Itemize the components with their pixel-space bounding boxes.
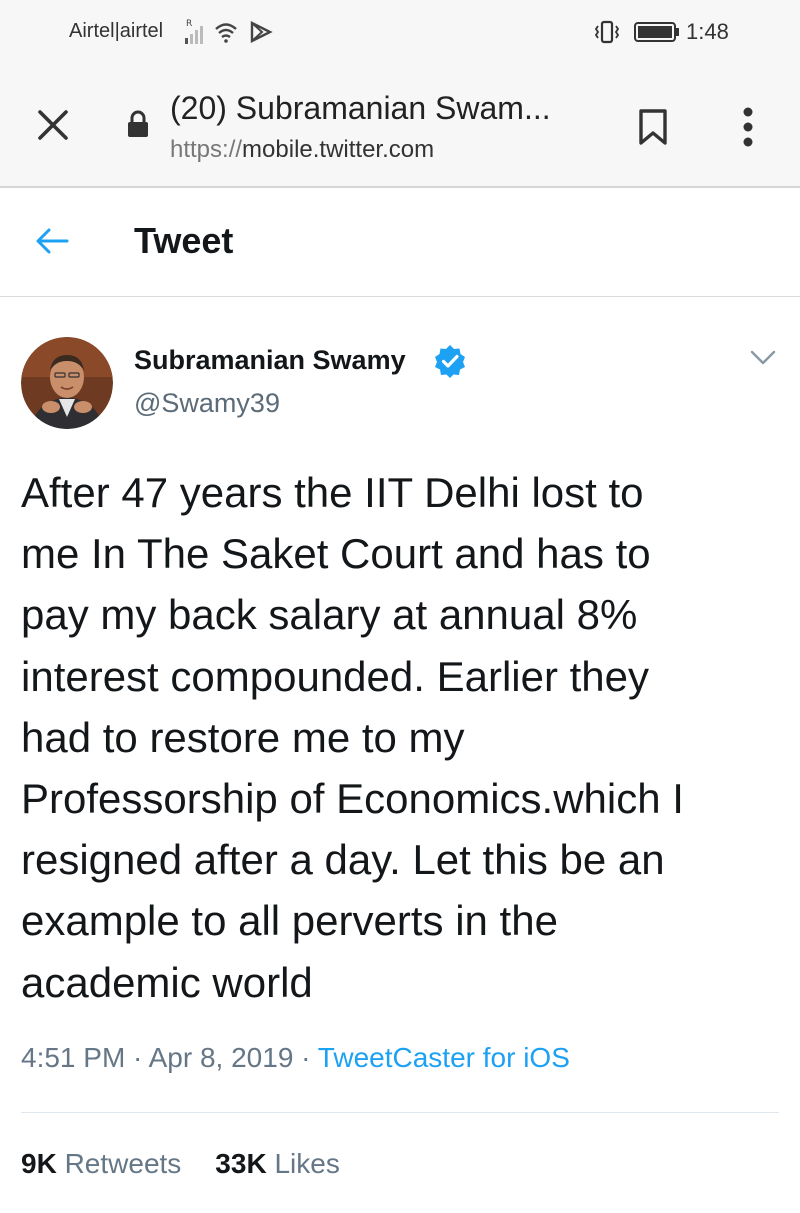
verified-badge-icon [435, 345, 465, 378]
svg-text:R: R [186, 19, 192, 29]
play-store-icon [250, 21, 273, 43]
tweet-page-header: Tweet [0, 188, 800, 297]
tweet-date[interactable]: Apr 8, 2019 [149, 1042, 294, 1073]
browser-toolbar: (20) Subramanian Swam... https://mobile.… [0, 62, 800, 188]
retweets-stat[interactable]: 9K Retweets [21, 1148, 181, 1179]
retweets-label: Retweets [64, 1148, 182, 1179]
retweets-count: 9K [21, 1148, 57, 1179]
url-host: mobile.twitter.com [242, 136, 435, 163]
status-time: 1:48 [686, 19, 729, 44]
author-handle[interactable]: @Swamy39 [134, 388, 280, 419]
arrow-left-icon[interactable] [34, 226, 70, 256]
tweet-text-line: me In The Saket Court and has to [21, 530, 651, 578]
author-name[interactable]: Subramanian Swamy [134, 345, 406, 376]
status-bar: Airtel|airtel R 1:48 [0, 0, 800, 62]
tweet-time[interactable]: 4:51 PM [21, 1042, 125, 1073]
likes-count: 33K [215, 1148, 267, 1179]
wifi-icon [215, 23, 237, 43]
tweet-text-line: pay my back salary at annual 8% [21, 591, 638, 639]
page-heading: Tweet [134, 220, 234, 261]
page-url[interactable]: https://mobile.twitter.com [170, 136, 434, 164]
overflow-menu-icon[interactable] [737, 106, 759, 148]
tweet-text-line: Professorship of Economics.which I [21, 775, 684, 823]
meta-separator: · [125, 1042, 149, 1073]
tweet-text-line: interest compounded. Earlier they [21, 652, 650, 700]
tweet-source-link[interactable]: TweetCaster for iOS [318, 1042, 570, 1073]
meta-separator: · [293, 1042, 318, 1073]
likes-stat[interactable]: 33K Likes [215, 1148, 340, 1179]
tweet-text-line: academic world [21, 958, 313, 1006]
avatar[interactable] [21, 337, 113, 429]
tweet-stats: 9K Retweets 33K Likes [21, 1148, 340, 1180]
tweet-text: After 47 years the IIT Delhi lost to me … [21, 462, 791, 1013]
tweet-text-line: had to restore me to my [21, 713, 465, 761]
tweet-metadata: 4:51 PM · Apr 8, 2019 · TweetCaster for … [21, 1042, 570, 1074]
tweet-text-line: After 47 years the IIT Delhi lost to [21, 469, 644, 516]
page-title[interactable]: (20) Subramanian Swam... [170, 90, 551, 127]
vibrate-icon [594, 20, 620, 44]
signal-wifi-icons: R [185, 19, 273, 44]
divider [21, 1112, 779, 1113]
tweet-text-line: resigned after a day. Let this be an [21, 836, 665, 884]
carrier-name: Airtel|airtel [69, 20, 164, 42]
likes-label: Likes [274, 1148, 340, 1179]
signal-icon: R [185, 19, 203, 44]
url-scheme: https:// [170, 136, 243, 163]
chevron-down-icon[interactable] [749, 348, 777, 368]
tweet-text-line: example to all perverts in the [21, 897, 558, 945]
lock-icon [128, 110, 148, 137]
battery-icon [634, 22, 679, 42]
bookmark-icon[interactable] [637, 108, 669, 146]
close-icon[interactable] [36, 108, 70, 142]
